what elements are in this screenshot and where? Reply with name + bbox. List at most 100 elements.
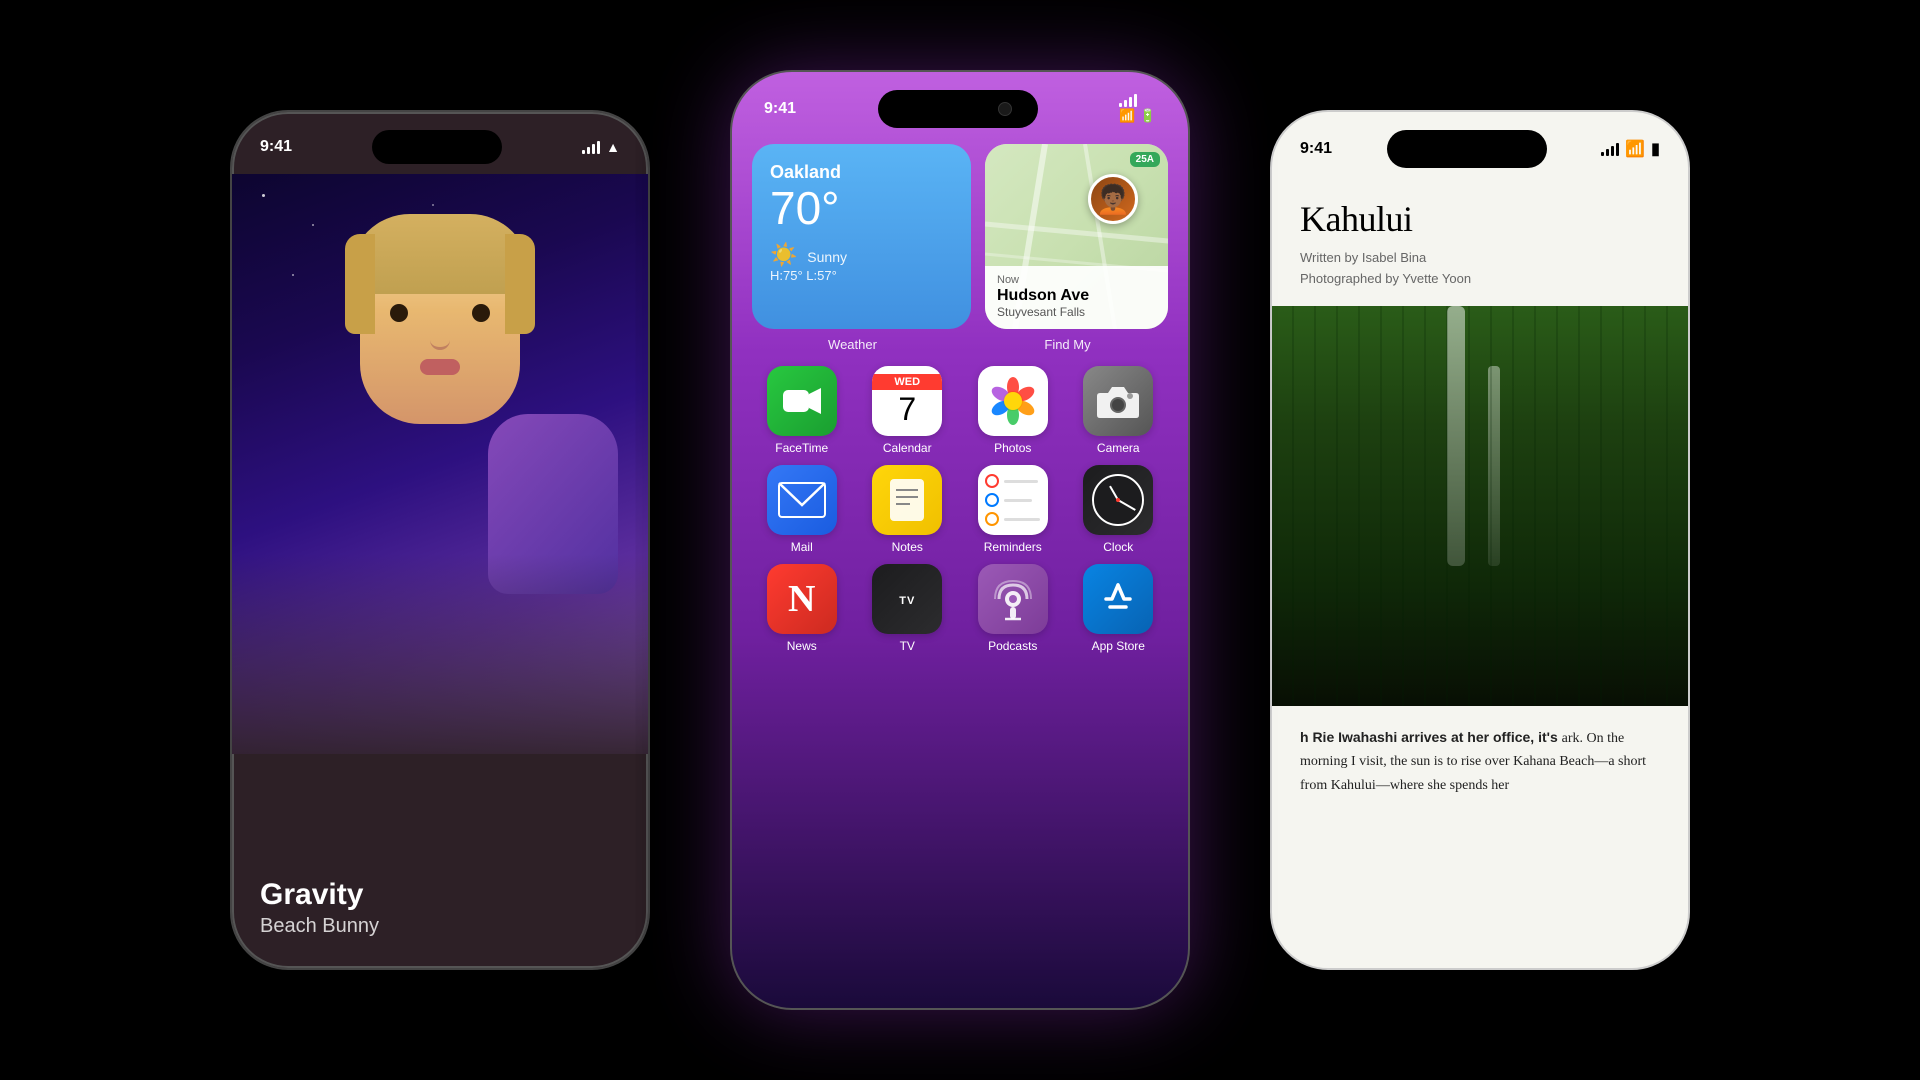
signal-bar-4 — [597, 141, 600, 154]
facetime-icon — [767, 366, 837, 436]
mail-svg — [777, 481, 827, 519]
time-right: 9:41 — [1300, 140, 1332, 158]
app-news[interactable]: N News — [756, 564, 848, 653]
signal-bar-c3 — [1129, 97, 1132, 107]
tree-texture — [1272, 306, 1688, 706]
status-icons-left: ▲ — [582, 139, 620, 155]
tv-icon: TV — [872, 564, 942, 634]
signal-bar-1 — [582, 150, 585, 154]
signal-bar-c1 — [1119, 103, 1122, 107]
phone-right: 9:41 📶 ▮ Kahului Written by Isabel Bina … — [1270, 110, 1690, 970]
findmy-info: Now Hudson Ave Stuyvesant Falls — [985, 266, 1168, 329]
weather-temp: 70° — [770, 183, 953, 234]
widget-labels: Weather Find My — [752, 337, 1168, 352]
battery-icon-right: ▮ — [1651, 139, 1660, 159]
facetime-svg — [783, 386, 821, 416]
dynamic-island-center — [878, 90, 1038, 128]
camera-svg — [1096, 383, 1140, 419]
battery-icon-center: 🔋 — [1140, 108, 1156, 123]
clock-face — [1092, 474, 1144, 526]
news-icon: N — [767, 564, 837, 634]
rem-line-2 — [1004, 499, 1032, 502]
signal-bar-r1 — [1601, 152, 1604, 156]
app-reminders[interactable]: Reminders — [967, 465, 1059, 554]
app-camera[interactable]: Camera — [1073, 366, 1165, 455]
app-calendar[interactable]: WED 7 Calendar — [862, 366, 954, 455]
appstore-icon — [1083, 564, 1153, 634]
article-body-text: h Rie Iwahashi arrives at her office, it… — [1300, 729, 1562, 745]
app-podcasts[interactable]: Podcasts — [967, 564, 1059, 653]
signal-bar-r4 — [1616, 143, 1619, 156]
song-title: Gravity — [260, 878, 620, 911]
weather-widget[interactable]: Oakland 70° ☀️ Sunny H:75° L:57° — [752, 144, 971, 329]
article-header: Kahului Written by Isabel Bina Photograp… — [1272, 168, 1688, 306]
photos-label: Photos — [994, 441, 1031, 455]
artwork-overlay — [232, 554, 648, 754]
widgets-row: Oakland 70° ☀️ Sunny H:75° L:57° — [752, 144, 1168, 329]
findmy-widget[interactable]: 🧑🏾‍🦱 25A Now Hudson Ave Stuyvesant Falls — [985, 144, 1168, 329]
app-photos[interactable]: Photos — [967, 366, 1059, 455]
signal-bar-r3 — [1611, 146, 1614, 156]
avatar-emoji: 🧑🏾‍🦱 — [1096, 183, 1131, 216]
notes-icon — [872, 465, 942, 535]
podcasts-svg — [991, 577, 1035, 621]
mail-icon — [767, 465, 837, 535]
mail-label: Mail — [791, 540, 813, 554]
tv-label: TV — [900, 639, 915, 653]
signal-bars-left — [582, 140, 600, 154]
phone-center: 9:41 📶 🔋 Oakland 70° — [730, 70, 1190, 1010]
rem-line-3 — [1004, 518, 1040, 521]
podcasts-icon — [978, 564, 1048, 634]
rem-dot-blue — [985, 493, 999, 507]
phone-left: 9:41 ▲ — [230, 110, 650, 970]
facetime-label: FaceTime — [775, 441, 828, 455]
news-letter: N — [788, 577, 815, 621]
camera-dot — [998, 102, 1012, 116]
app-appstore[interactable]: App Store — [1073, 564, 1165, 653]
status-bar-right: 9:41 📶 ▮ — [1272, 112, 1688, 168]
article-title: Kahului — [1300, 198, 1660, 240]
status-icons-right: 📶 ▮ — [1601, 139, 1660, 159]
camera-icon — [1083, 366, 1153, 436]
app-notes[interactable]: Notes — [862, 465, 954, 554]
app-clock[interactable]: Clock — [1073, 465, 1165, 554]
wifi-icon-left: ▲ — [606, 139, 620, 155]
album-artwork — [232, 174, 648, 754]
now-playing: Gravity Beach Bunny — [232, 858, 648, 968]
clock-label: Clock — [1103, 540, 1133, 554]
article-text: h Rie Iwahashi arrives at her office, it… — [1272, 706, 1688, 818]
person-avatar-pin: 🧑🏾‍🦱 — [1088, 174, 1138, 224]
calendar-label: Calendar — [883, 441, 932, 455]
podcasts-label: Podcasts — [988, 639, 1037, 653]
reminders-icon — [978, 465, 1048, 535]
calendar-icon: WED 7 — [872, 366, 942, 436]
weather-hi-lo: H:75° L:57° — [770, 268, 953, 283]
appstore-svg — [1096, 577, 1140, 621]
dynamic-island-left — [372, 130, 502, 164]
app-tv[interactable]: TV TV — [862, 564, 954, 653]
reminders-content — [978, 465, 1048, 535]
calendar-header: WED — [872, 374, 942, 390]
app-mail[interactable]: Mail — [756, 465, 848, 554]
app-facetime[interactable]: FaceTime — [756, 366, 848, 455]
rem-dot-orange — [985, 512, 999, 526]
dynamic-island-right — [1387, 130, 1547, 168]
weather-label: Weather — [752, 337, 953, 352]
appstore-label: App Store — [1092, 639, 1145, 653]
findmy-street: Hudson Ave — [997, 286, 1156, 305]
rem-row-2 — [985, 493, 1040, 507]
article-image — [1272, 306, 1688, 706]
clock-icon — [1083, 465, 1153, 535]
time-center: 9:41 — [764, 100, 796, 118]
signal-bar-r2 — [1606, 149, 1609, 156]
signal-bar-2 — [587, 147, 590, 154]
rem-line-1 — [1004, 480, 1038, 483]
camera-label: Camera — [1097, 441, 1140, 455]
tv-inner: TV — [899, 591, 915, 607]
photos-svg — [987, 375, 1039, 427]
notes-label: Notes — [892, 540, 923, 554]
signal-bar-c4 — [1134, 94, 1137, 107]
clock-minute-hand — [1118, 499, 1136, 511]
findmy-city: Stuyvesant Falls — [997, 305, 1156, 319]
time-left: 9:41 — [260, 138, 292, 156]
